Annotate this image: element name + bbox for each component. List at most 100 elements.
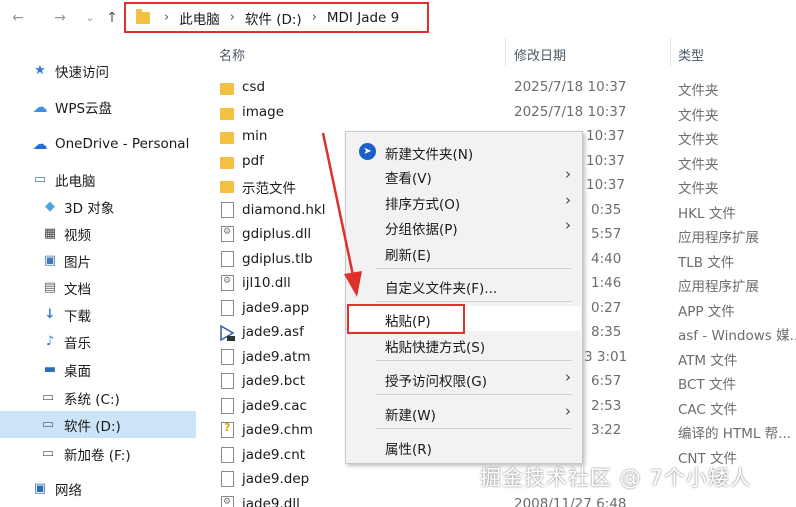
sidebar-item-label: 视频 [64, 227, 91, 244]
file-date: 3:22 [591, 422, 622, 438]
forward-arrow-icon[interactable]: → [50, 8, 70, 28]
recent-locations-icon[interactable]: ⌄ [80, 8, 100, 28]
file-date: 3 3:01 [584, 348, 628, 365]
file-name: gdiplus.dll [242, 226, 312, 242]
navigation-pane: ★ 快速访问 ☁ WPS云盘 ☁ OneDrive - Personal ▭ 此… [0, 36, 196, 507]
file-date: 5:57 [591, 226, 622, 242]
file-name: jade9.dll [242, 495, 300, 507]
sidebar-item-pictures[interactable]: ▣ 图片 [0, 247, 196, 274]
file-row[interactable]: image 2025/7/18 10:37 文件夹 [214, 101, 796, 126]
column-header-name[interactable]: 名称 [219, 45, 245, 73]
column-header-type[interactable]: 类型 [678, 45, 704, 73]
file-type: CAC 文件 [678, 401, 738, 418]
chevron-right-icon: › [565, 191, 571, 209]
sidebar-item-quick-access[interactable]: ★ 快速访问 [0, 57, 196, 84]
file-name: jade9.chm [242, 422, 313, 438]
menu-item-customize-folder[interactable]: 自定义文件夹(F)... [347, 273, 581, 298]
folder-icon [220, 156, 234, 169]
sidebar-item-label: 下载 [64, 308, 91, 325]
file-icon [221, 471, 234, 487]
menu-item-label: 粘贴快捷方式(S) [385, 340, 486, 356]
document-icon: ▤ [43, 280, 57, 295]
folder-icon [220, 181, 234, 193]
menu-item-paste-shortcut[interactable]: 粘贴快捷方式(S) [347, 332, 581, 357]
file-row[interactable]: jade9.dll 2008/11/27 6:48 [214, 493, 796, 507]
folder-icon [220, 83, 234, 95]
new-folder-icon: ➤ [359, 143, 376, 160]
sidebar-item-drive-c[interactable]: ▭ 系统 (C:) [0, 384, 196, 411]
chevron-right-icon[interactable]: › [230, 10, 235, 25]
sidebar-item-videos[interactable]: ▦ 视频 [0, 220, 196, 247]
download-icon: ↓ [44, 307, 56, 322]
column-divider[interactable] [505, 38, 506, 66]
up-arrow-icon[interactable]: ↑ [102, 8, 122, 28]
file-type: 文件夹 [678, 132, 719, 148]
sidebar-item-downloads[interactable]: ↓ 下载 [0, 301, 196, 328]
breadcrumb-this-pc[interactable]: 此电脑 [179, 8, 220, 28]
menu-separator [376, 428, 572, 429]
sidebar-item-documents[interactable]: ▤ 文档 [0, 274, 196, 301]
sidebar-item-label: 此电脑 [55, 173, 96, 190]
sidebar-item-music[interactable]: ♪ 音乐 [0, 328, 196, 355]
drive-c-icon: ▭ [41, 390, 55, 405]
column-divider[interactable] [670, 38, 671, 66]
address-bar[interactable]: › 此电脑 › 软件 (D:) › MDI Jade 9 [124, 2, 429, 33]
sidebar-item-drive-f[interactable]: ▭ 新加卷 (F:) [0, 440, 196, 467]
menu-separator [376, 301, 572, 302]
sidebar-item-label: 快速访问 [55, 64, 109, 81]
menu-separator [376, 394, 572, 395]
file-icon [221, 250, 234, 267]
file-name: pdf [242, 152, 264, 169]
chevron-right-icon[interactable]: › [164, 10, 169, 25]
file-name: min [242, 128, 268, 144]
menu-item-refresh[interactable]: 刷新(E) [347, 240, 581, 265]
menu-item-label: 新建(W) [385, 408, 436, 424]
file-date: 1:46 [591, 275, 622, 291]
chevron-right-icon: › [565, 165, 571, 183]
sidebar-item-label: 图片 [64, 254, 91, 271]
file-date: 0:35 [591, 201, 622, 218]
file-date: 4:40 [591, 250, 622, 267]
menu-item-label: 排序方式(O) [385, 197, 461, 213]
menu-item-give-access[interactable]: 授予访问权限(G) › [347, 366, 581, 391]
watermark-text: 掘金技术社区 @ 7个小矮人 [480, 466, 752, 490]
file-name: image [242, 103, 285, 120]
menu-item-label: 新建文件夹(N) [385, 147, 474, 163]
breadcrumb-mdi-jade[interactable]: MDI Jade 9 [327, 10, 399, 26]
file-type: 应用程序扩展 [678, 230, 759, 246]
file-name: ijl10.dll [242, 275, 291, 291]
column-header-modified[interactable]: 修改日期 [514, 45, 566, 73]
file-row[interactable]: csd 2025/7/18 10:37 文件夹 [214, 76, 796, 101]
onedrive-icon: ☁ [32, 134, 48, 153]
menu-item-label: 自定义文件夹(F)... [385, 281, 498, 297]
file-type: asf - Windows 媒... [678, 328, 796, 344]
file-name: jade9.app [242, 299, 310, 316]
menu-item-label: 属性(R) [385, 442, 432, 458]
menu-item-properties[interactable]: 属性(R) [347, 434, 581, 459]
menu-item-view[interactable]: 查看(V) › [347, 163, 581, 188]
back-arrow-icon[interactable]: ← [8, 8, 28, 28]
menu-item-sort-by[interactable]: 排序方式(O) › [347, 189, 581, 214]
file-icon [221, 446, 234, 463]
sidebar-item-wps[interactable]: ☁ WPS云盘 [0, 93, 196, 120]
breadcrumb-drive-d[interactable]: 软件 (D:) [245, 8, 302, 28]
file-date: 10:37 [586, 177, 625, 193]
sidebar-item-this-pc[interactable]: ▭ 此电脑 [0, 166, 196, 193]
file-type: ATM 文件 [678, 352, 738, 369]
sidebar-item-desktop[interactable]: ▬ 桌面 [0, 356, 196, 383]
menu-item-new[interactable]: 新建(W) › [347, 400, 581, 425]
sidebar-item-network[interactable]: ▣ 网络 [0, 475, 196, 502]
sidebar-item-3d[interactable]: ◆ 3D 对象 [0, 193, 196, 220]
chevron-right-icon[interactable]: › [312, 10, 317, 25]
menu-item-group-by[interactable]: 分组依据(P) › [347, 214, 581, 239]
menu-item-new-folder[interactable]: ➤ 新建文件夹(N) [347, 139, 581, 164]
desktop-icon: ▬ [43, 362, 57, 377]
menu-separator [376, 268, 572, 269]
sidebar-item-drive-d[interactable]: ▭ 软件 (D:) [0, 411, 196, 438]
file-name: jade9.cnt [242, 446, 306, 463]
file-date: 10:37 [586, 128, 625, 144]
file-date: 0:27 [591, 299, 622, 316]
sidebar-item-onedrive[interactable]: ☁ OneDrive - Personal [0, 130, 196, 157]
file-date: 2025/7/18 10:37 [514, 103, 627, 120]
pc-icon: ▭ [33, 172, 47, 187]
